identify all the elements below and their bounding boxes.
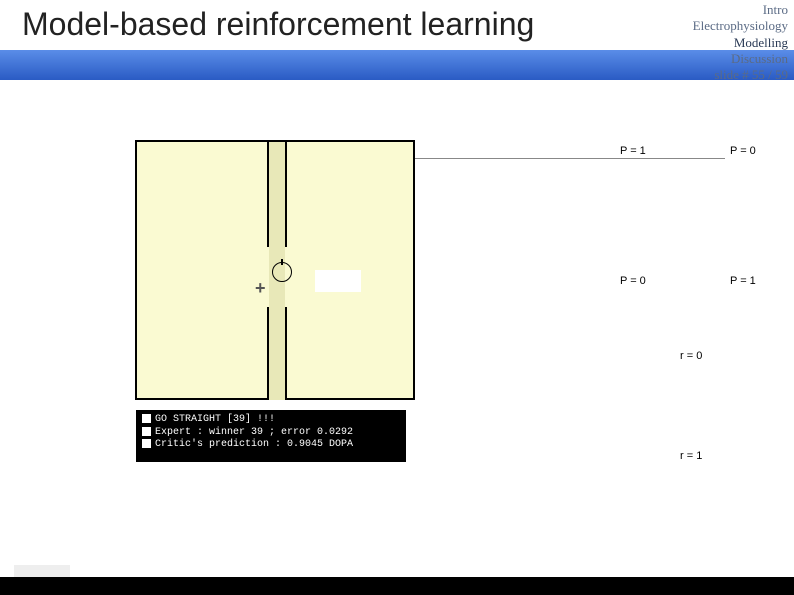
- target-box: [315, 270, 361, 292]
- nav-item-intro[interactable]: Intro: [693, 2, 788, 18]
- console-bullet-icon: [142, 414, 151, 423]
- console-line-3: Critic's prediction : 0.9045 DOPA: [142, 439, 400, 452]
- console-bullet-icon: [142, 427, 151, 436]
- slide: Model-based reinforcement learning Intro…: [0, 0, 794, 595]
- wall-right-lower: [285, 307, 287, 400]
- label-p1-top-left: P = 1: [620, 145, 646, 157]
- title-bar-bottom: [0, 50, 794, 80]
- console-line-2: Expert : winner 39 ; error 0.0292: [142, 427, 400, 440]
- label-r0: r = 0: [680, 350, 702, 362]
- page-title: Model-based reinforcement learning: [22, 6, 534, 43]
- wall-right-upper: [285, 142, 287, 247]
- connector-line: [415, 158, 725, 159]
- label-p0-bottom-left: P = 0: [620, 275, 646, 287]
- console-line-1: GO STRAIGHT [39] !!!: [142, 414, 400, 427]
- nav-item-discussion[interactable]: Discussion: [693, 51, 788, 67]
- nav-item-modelling[interactable]: Modelling: [693, 35, 788, 51]
- console-output: GO STRAIGHT [39] !!! Expert : winner 39 …: [136, 410, 406, 462]
- console-bullet-icon: [142, 439, 151, 448]
- label-r1: r = 1: [680, 450, 702, 462]
- footer-logo-placeholder: [14, 565, 70, 577]
- wall-left-lower: [267, 307, 269, 400]
- plus-marker: +: [255, 278, 266, 299]
- slide-content: + GO STRAIGHT [39] !!! Expert : winner 3…: [0, 80, 794, 595]
- nav-outline: Intro Electrophysiology Modelling Discus…: [693, 2, 788, 83]
- nav-item-electrophysiology[interactable]: Electrophysiology: [693, 18, 788, 34]
- bottom-strip: [0, 577, 794, 595]
- maze-diagram: +: [135, 140, 415, 400]
- label-p0-top-right: P = 0: [730, 145, 756, 157]
- label-p1-bottom-right: P = 1: [730, 275, 756, 287]
- wall-left-upper: [267, 142, 269, 247]
- agent-icon: [272, 262, 292, 282]
- maze: +: [135, 140, 415, 400]
